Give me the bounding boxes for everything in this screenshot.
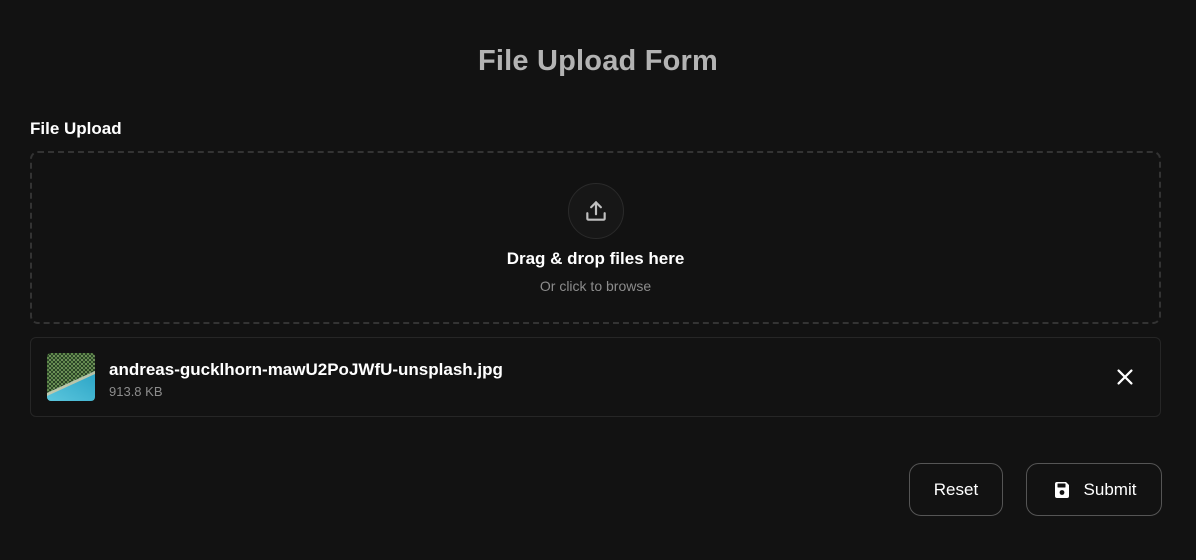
upload-icon [583,198,609,224]
file-upload-page: File Upload Form File Upload Drag & drop… [0,0,1196,560]
save-icon [1052,480,1072,500]
uploaded-file-item: andreas-gucklhorn-mawU2PoJWfU-unsplash.j… [30,337,1161,417]
dropzone-secondary-text: Or click to browse [539,278,652,294]
reset-button-label: Reset [933,479,979,499]
file-upload-label: File Upload [30,119,122,138]
file-size: 913.8 KB [109,384,163,399]
reset-button[interactable]: Reset [909,463,1003,516]
page-title: File Upload Form [477,45,719,77]
image-thumbnail [47,353,95,401]
upload-icon-circle [567,183,624,239]
file-name: andreas-gucklhorn-mawU2PoJWfU-unsplash.j… [109,360,503,379]
dropzone-primary-text: Drag & drop files here [506,249,685,268]
submit-button[interactable]: Submit [1026,463,1162,516]
file-dropzone[interactable]: Drag & drop files here Or click to brows… [30,151,1161,324]
remove-file-button[interactable] [1110,362,1140,392]
close-icon [1114,366,1136,388]
submit-button-label: Submit [1083,479,1137,499]
